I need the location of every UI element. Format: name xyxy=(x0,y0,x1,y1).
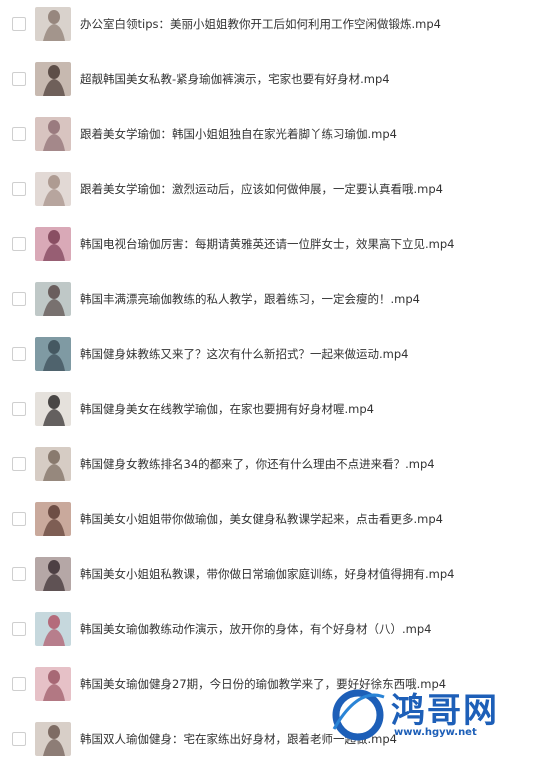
file-name[interactable]: 韩国丰满漂亮瑜伽教练的私人教学，跟着练习，一定会瘦的！.mp4 xyxy=(80,291,420,307)
file-name[interactable]: 办公室白领tips：美丽小姐姐教你开工后如何利用工作空闲做锻炼.mp4 xyxy=(80,16,441,32)
file-name[interactable]: 韩国电视台瑜伽厉害：每期请黄雅英还请一位胖女士，效果高下立见.mp4 xyxy=(80,236,454,252)
video-thumbnail[interactable] xyxy=(35,172,71,206)
file-name[interactable]: 韩国健身美女在线教学瑜伽，在家也要拥有好身材喔.mp4 xyxy=(80,401,374,417)
file-name[interactable]: 跟着美女学瑜伽：激烈运动后，应该如何做伸展，一定要认真看哦.mp4 xyxy=(80,181,443,197)
file-row[interactable]: 韩国丰满漂亮瑜伽教练的私人教学，跟着练习，一定会瘦的！.mp4 xyxy=(0,275,534,330)
video-thumbnail[interactable] xyxy=(35,612,71,646)
video-thumbnail[interactable] xyxy=(35,227,71,261)
file-row[interactable]: 超靓韩国美女私教-紧身瑜伽裤演示，宅家也要有好身材.mp4 xyxy=(0,55,534,110)
file-checkbox[interactable] xyxy=(12,237,26,251)
file-checkbox[interactable] xyxy=(12,457,26,471)
file-row[interactable]: 跟着美女学瑜伽：激烈运动后，应该如何做伸展，一定要认真看哦.mp4 xyxy=(0,165,534,220)
file-checkbox[interactable] xyxy=(12,567,26,581)
file-name[interactable]: 跟着美女学瑜伽：韩国小姐姐独自在家光着脚丫练习瑜伽.mp4 xyxy=(80,126,397,142)
file-name[interactable]: 韩国美女瑜伽教练动作演示，放开你的身体，有个好身材（八）.mp4 xyxy=(80,621,431,637)
file-checkbox[interactable] xyxy=(12,347,26,361)
file-name[interactable]: 超靓韩国美女私教-紧身瑜伽裤演示，宅家也要有好身材.mp4 xyxy=(80,71,390,87)
video-thumbnail[interactable] xyxy=(35,392,71,426)
file-checkbox[interactable] xyxy=(12,402,26,416)
file-checkbox[interactable] xyxy=(12,127,26,141)
file-row[interactable]: 韩国健身女教练排名34的都来了，你还有什么理由不点进来看？.mp4 xyxy=(0,440,534,495)
watermark-title: 鸿哥网 xyxy=(391,691,499,731)
file-name[interactable]: 韩国健身妹教练又来了？这次有什么新招式？一起来做运动.mp4 xyxy=(80,346,408,362)
file-row[interactable]: 韩国美女小姐姐私教课，带你做日常瑜伽家庭训练，好身材值得拥有.mp4 xyxy=(0,550,534,605)
file-checkbox[interactable] xyxy=(12,182,26,196)
file-row[interactable]: 韩国美女小姐姐带你做瑜伽，美女健身私教课学起来，点击看更多.mp4 xyxy=(0,495,534,550)
video-thumbnail[interactable] xyxy=(35,337,71,371)
file-list: 办公室白领tips：美丽小姐姐教你开工后如何利用工作空闲做锻炼.mp4 超靓韩国美… xyxy=(0,0,534,770)
file-row[interactable]: 韩国健身妹教练又来了？这次有什么新招式？一起来做运动.mp4 xyxy=(0,330,534,385)
site-logo-icon xyxy=(332,689,385,741)
video-thumbnail[interactable] xyxy=(35,667,71,701)
file-row[interactable]: 跟着美女学瑜伽：韩国小姐姐独自在家光着脚丫练习瑜伽.mp4 xyxy=(0,110,534,165)
file-checkbox[interactable] xyxy=(12,677,26,691)
file-row[interactable]: 韩国健身美女在线教学瑜伽，在家也要拥有好身材喔.mp4 xyxy=(0,385,534,440)
file-checkbox[interactable] xyxy=(12,17,26,31)
file-name[interactable]: 韩国美女小姐姐带你做瑜伽，美女健身私教课学起来，点击看更多.mp4 xyxy=(80,511,443,527)
file-row[interactable]: 办公室白领tips：美丽小姐姐教你开工后如何利用工作空闲做锻炼.mp4 xyxy=(0,0,534,55)
video-thumbnail[interactable] xyxy=(35,7,71,41)
video-thumbnail[interactable] xyxy=(35,557,71,591)
watermark: 鸿哥网 www.hgyw.net xyxy=(328,683,528,743)
file-row[interactable]: 韩国美女瑜伽教练动作演示，放开你的身体，有个好身材（八）.mp4 xyxy=(0,605,534,660)
file-checkbox[interactable] xyxy=(12,622,26,636)
watermark-url: www.hgyw.net xyxy=(394,727,477,738)
video-thumbnail[interactable] xyxy=(35,62,71,96)
video-thumbnail[interactable] xyxy=(35,447,71,481)
video-thumbnail[interactable] xyxy=(35,117,71,151)
file-checkbox[interactable] xyxy=(12,292,26,306)
file-checkbox[interactable] xyxy=(12,512,26,526)
file-name[interactable]: 韩国美女小姐姐私教课，带你做日常瑜伽家庭训练，好身材值得拥有.mp4 xyxy=(80,566,454,582)
video-thumbnail[interactable] xyxy=(35,502,71,536)
file-checkbox[interactable] xyxy=(12,72,26,86)
file-name[interactable]: 韩国健身女教练排名34的都来了，你还有什么理由不点进来看？.mp4 xyxy=(80,456,435,472)
file-checkbox[interactable] xyxy=(12,732,26,746)
video-thumbnail[interactable] xyxy=(35,282,71,316)
file-row[interactable]: 韩国电视台瑜伽厉害：每期请黄雅英还请一位胖女士，效果高下立见.mp4 xyxy=(0,220,534,275)
